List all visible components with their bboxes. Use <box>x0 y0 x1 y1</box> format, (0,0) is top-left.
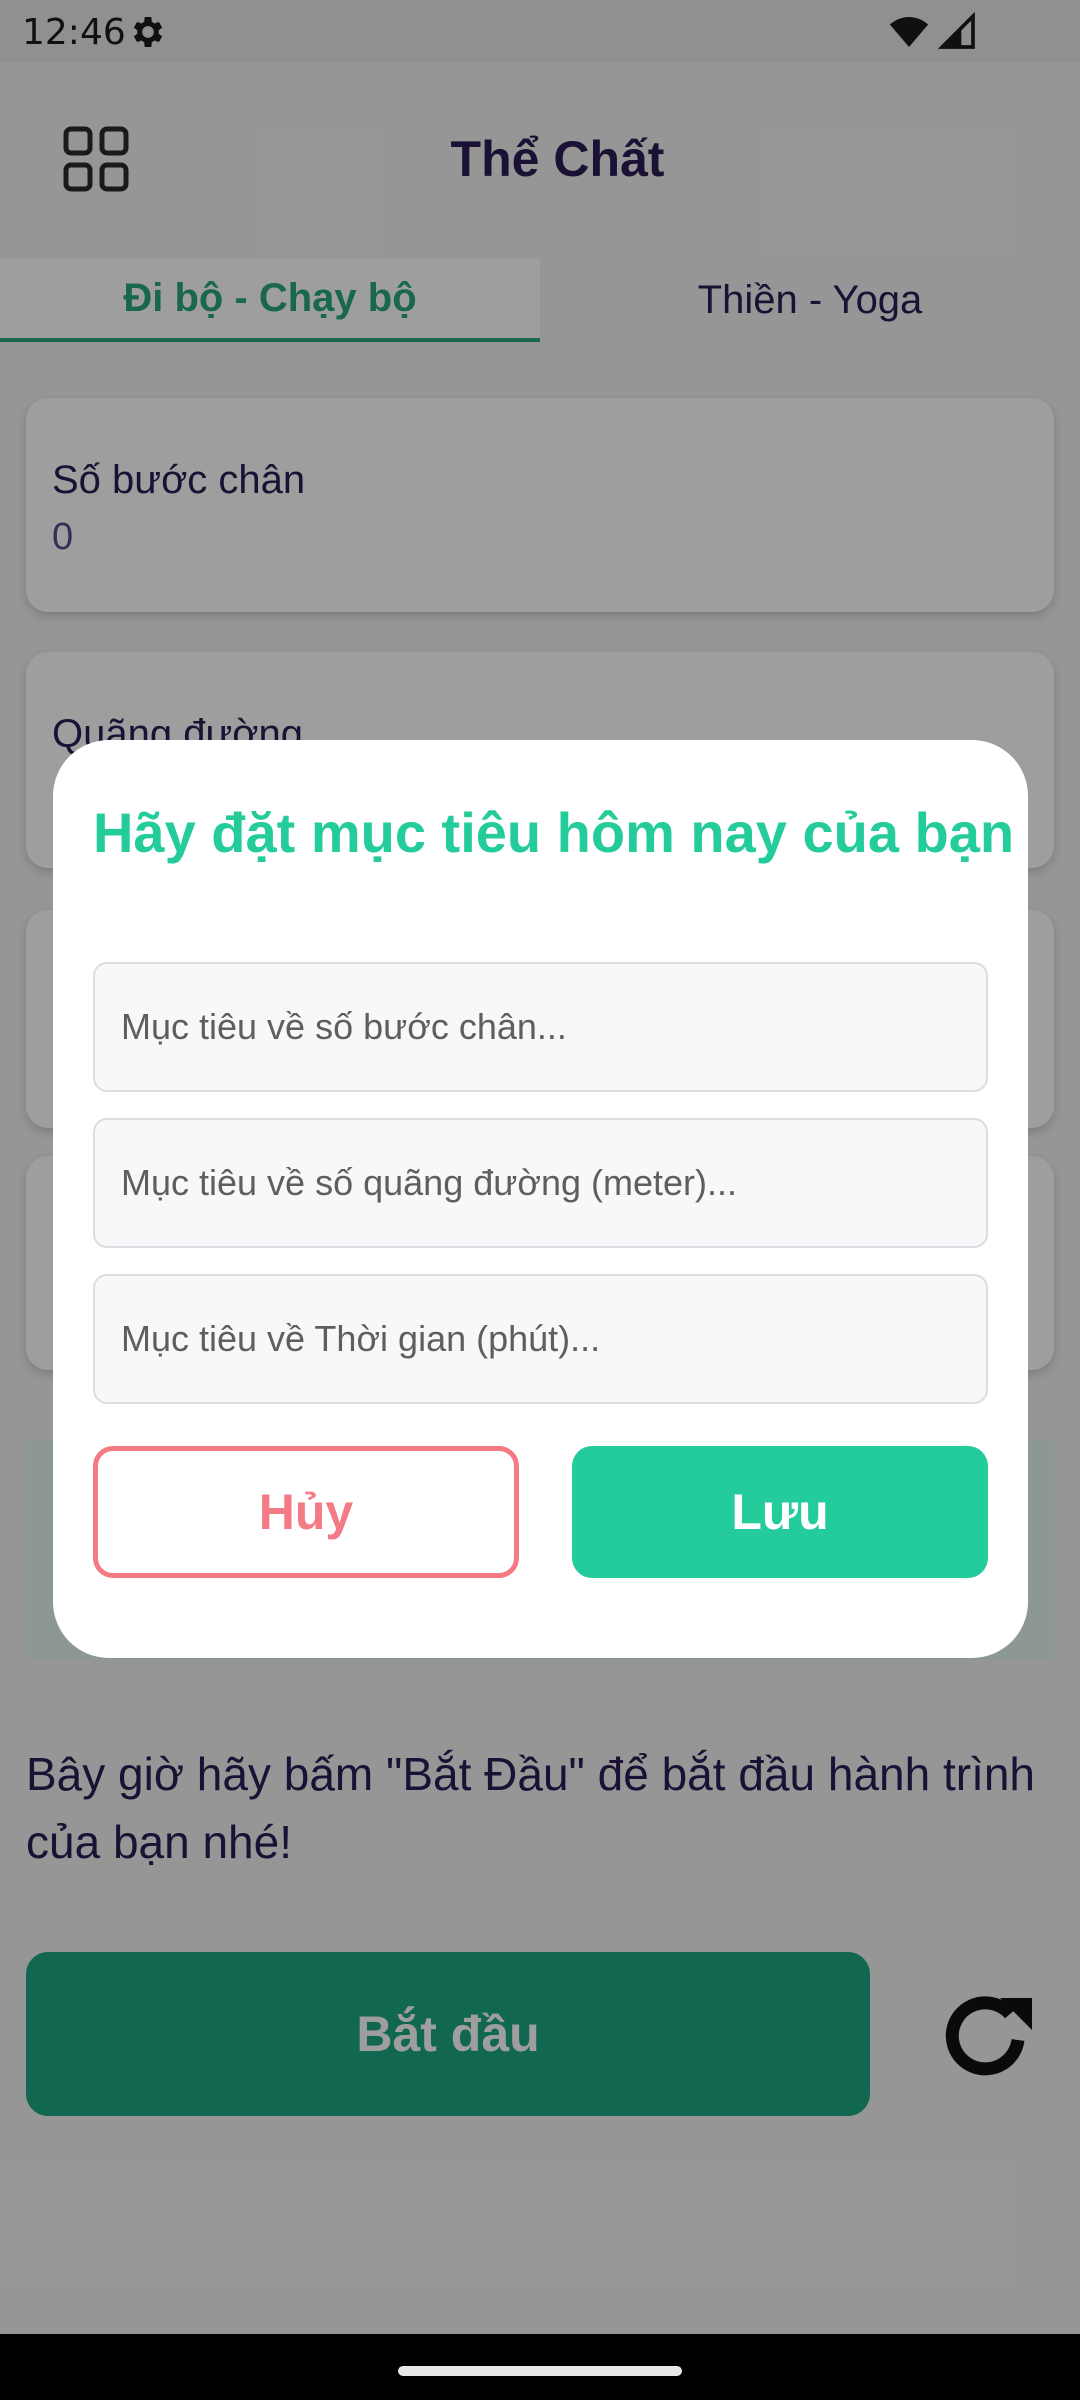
dialog-title: Hãy đặt mục tiêu hôm nay của bạn <box>93 801 1015 864</box>
time-goal-field[interactable] <box>93 1274 988 1404</box>
goal-dialog: Hãy đặt mục tiêu hôm nay của bạn Hủy Lưu <box>53 740 1028 1658</box>
save-button[interactable]: Lưu <box>572 1446 988 1578</box>
system-nav-bar <box>0 2334 1080 2400</box>
steps-goal-input[interactable] <box>121 1006 986 1048</box>
home-gesture-handle[interactable] <box>398 2366 682 2376</box>
steps-goal-field[interactable] <box>93 962 988 1092</box>
cancel-button[interactable]: Hủy <box>93 1446 519 1578</box>
distance-goal-field[interactable] <box>93 1118 988 1248</box>
time-goal-input[interactable] <box>121 1318 986 1360</box>
distance-goal-input[interactable] <box>121 1162 986 1204</box>
